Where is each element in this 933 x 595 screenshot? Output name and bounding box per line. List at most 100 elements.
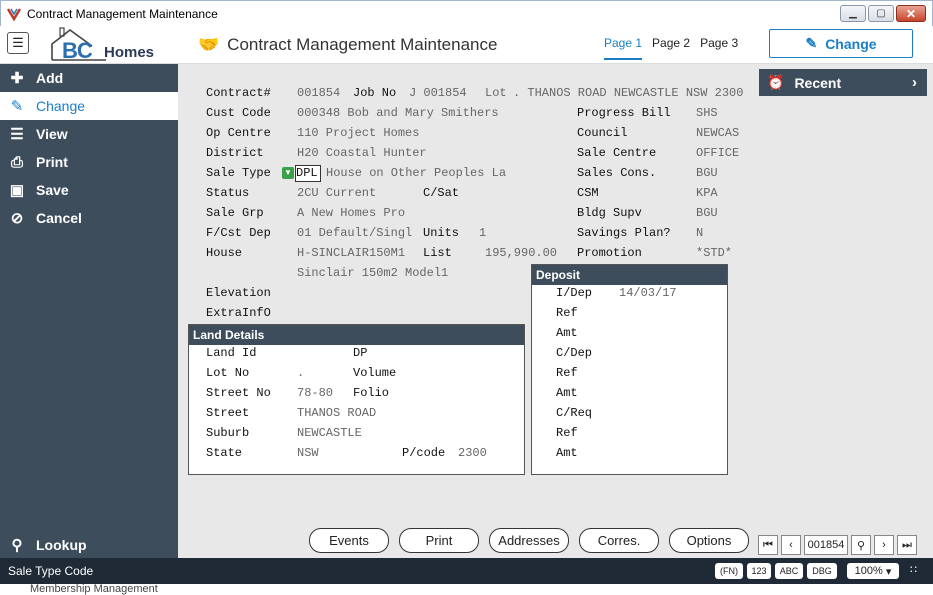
- maximize-button[interactable]: ▢: [868, 5, 894, 22]
- addresses-button[interactable]: Addresses: [489, 528, 569, 553]
- abc-toggle[interactable]: ABC: [775, 563, 803, 579]
- page-tabs: Page 1 Page 2 Page 3: [604, 36, 738, 60]
- sidebar-item-cancel[interactable]: ⊘ Cancel: [0, 204, 178, 232]
- clock-icon: ⏰: [767, 74, 785, 90]
- progressbill-field[interactable]: SHS: [696, 106, 718, 120]
- grid-icon[interactable]: ∷: [910, 563, 917, 576]
- savings-field[interactable]: N: [696, 226, 703, 240]
- bldgsupv-field[interactable]: BGU: [696, 206, 718, 220]
- status-label: Status: [206, 186, 250, 200]
- app-logo-icon: [7, 7, 21, 21]
- ref1-label: Ref: [556, 306, 578, 320]
- list-price-field[interactable]: 195,990.00: [485, 246, 557, 260]
- minimize-icon: ▁: [849, 8, 857, 19]
- promotion-field[interactable]: *STD*: [696, 246, 732, 260]
- sidebar-item-save[interactable]: ▣ Save: [0, 176, 178, 204]
- fn-toggle[interactable]: (FN): [715, 563, 743, 579]
- idep-field[interactable]: 14/03/17: [619, 286, 677, 300]
- tab-page-3[interactable]: Page 3: [700, 36, 738, 60]
- tab-page-2[interactable]: Page 2: [652, 36, 690, 60]
- recent-panel-button[interactable]: ⏰ Recent ›: [759, 69, 927, 96]
- sidebar-item-lookup[interactable]: ⚲ Lookup: [0, 531, 178, 559]
- contract-label: Contract#: [206, 86, 271, 100]
- window-title: Contract Management Maintenance: [27, 6, 218, 21]
- bldgsupv-label: Bldg Supv: [577, 206, 642, 220]
- status-text: Sale Type Code: [8, 564, 94, 578]
- salegrp-field[interactable]: A New Homes Pro: [297, 206, 405, 220]
- hamburger-menu-button[interactable]: ☰: [7, 32, 29, 54]
- sidebar-item-print[interactable]: ⎙ Print: [0, 148, 178, 176]
- plus-icon: ✚: [10, 70, 24, 87]
- council-field[interactable]: NEWCAS: [696, 126, 739, 140]
- last-record-button[interactable]: ⏭: [897, 535, 917, 555]
- status-field[interactable]: 2CU Current: [297, 186, 376, 200]
- next-record-button[interactable]: ›: [874, 535, 894, 555]
- corres-button[interactable]: Corres.: [579, 528, 659, 553]
- search-icon: ⚲: [11, 537, 23, 554]
- streetno-label: Street No: [206, 386, 271, 400]
- salescons-field[interactable]: BGU: [696, 166, 718, 180]
- units-field[interactable]: 1: [479, 226, 486, 240]
- promotion-label: Promotion: [577, 246, 642, 260]
- sidebar-item-change[interactable]: ✎ Change: [0, 92, 178, 120]
- first-record-button[interactable]: ⏮: [758, 535, 778, 555]
- street-field[interactable]: THANOS ROAD: [297, 406, 376, 420]
- zoom-select[interactable]: 100% ▾: [847, 563, 899, 579]
- elevation-label: Elevation: [206, 286, 271, 300]
- salecentre-field[interactable]: OFFICE: [696, 146, 739, 160]
- dbg-toggle[interactable]: DBG: [807, 563, 837, 579]
- change-button-label: Change: [825, 35, 877, 52]
- sidebar-item-label: Print: [36, 154, 68, 170]
- page-title: 🤝 Contract Management Maintenance: [198, 35, 497, 55]
- zoom-value: 100%: [854, 565, 883, 577]
- sidebar-item-label: Cancel: [36, 210, 82, 226]
- suburb-field[interactable]: NEWCASTLE: [297, 426, 362, 440]
- change-button[interactable]: ✎ Change: [769, 29, 913, 58]
- progressbill-label: Progress Bill: [577, 106, 671, 120]
- chevron-left-icon: ‹: [789, 539, 793, 551]
- sidebar-item-label: Lookup: [36, 537, 87, 553]
- bchomes-logo: BC Homes: [48, 26, 168, 63]
- ref3-label: Ref: [556, 426, 578, 440]
- opcentre-field[interactable]: 110 Project Homes: [297, 126, 419, 140]
- record-number-input[interactable]: 001854: [804, 535, 848, 555]
- print-button[interactable]: Print: [399, 528, 479, 553]
- page-title-text: Contract Management Maintenance: [227, 35, 498, 54]
- landid-label: Land Id: [206, 346, 257, 360]
- list-icon: ☰: [10, 126, 24, 143]
- recent-label: Recent: [794, 74, 842, 91]
- chevron-right-icon: ›: [912, 74, 917, 91]
- house-desc: Sinclair 150m2 Model1: [297, 266, 449, 280]
- sidebar-item-add[interactable]: ✚ Add: [0, 64, 178, 92]
- maximize-icon: ▢: [876, 8, 886, 19]
- house-field[interactable]: H-SINCLAIR150M1: [297, 246, 405, 260]
- handshake-icon: 🤝: [198, 35, 220, 54]
- dropdown-icon[interactable]: ▼: [282, 167, 294, 179]
- fcstdep-label: F/Cst Dep: [206, 226, 271, 240]
- options-button[interactable]: Options: [669, 528, 749, 553]
- pcode-field[interactable]: 2300: [458, 446, 487, 460]
- minimize-button[interactable]: ▁: [840, 5, 866, 22]
- fcstdep-field[interactable]: 01 Default/Singl: [297, 226, 412, 240]
- numeric-toggle[interactable]: 123: [747, 563, 771, 579]
- streetno-field[interactable]: 78-80: [297, 386, 333, 400]
- saletype-code: DPL: [296, 166, 318, 180]
- events-button[interactable]: Events: [309, 528, 389, 553]
- district-field[interactable]: H20 Coastal Hunter: [297, 146, 427, 160]
- search-record-button[interactable]: ⚲: [851, 535, 871, 555]
- contract-field[interactable]: 001854: [297, 86, 340, 100]
- prev-record-button[interactable]: ‹: [781, 535, 801, 555]
- jobno-field[interactable]: J 001854: [409, 86, 467, 100]
- saletype-label: Sale Type: [206, 166, 271, 180]
- sidebar-item-view[interactable]: ☰ View: [0, 120, 178, 148]
- creq-label: C/Req: [556, 406, 593, 420]
- ref2-label: Ref: [556, 366, 578, 380]
- state-field[interactable]: NSW: [297, 446, 319, 460]
- tab-page-1[interactable]: Page 1: [604, 36, 643, 60]
- lot-address-field[interactable]: . THANOS ROAD NEWCASTLE NSW 2300: [513, 86, 743, 100]
- custcode-field[interactable]: 000348 Bob and Mary Smithers: [297, 106, 499, 120]
- close-button[interactable]: ✕: [896, 5, 926, 22]
- street-label: Street: [206, 406, 250, 420]
- lotno-field[interactable]: .: [297, 366, 304, 380]
- csm-field[interactable]: KPA: [696, 186, 718, 200]
